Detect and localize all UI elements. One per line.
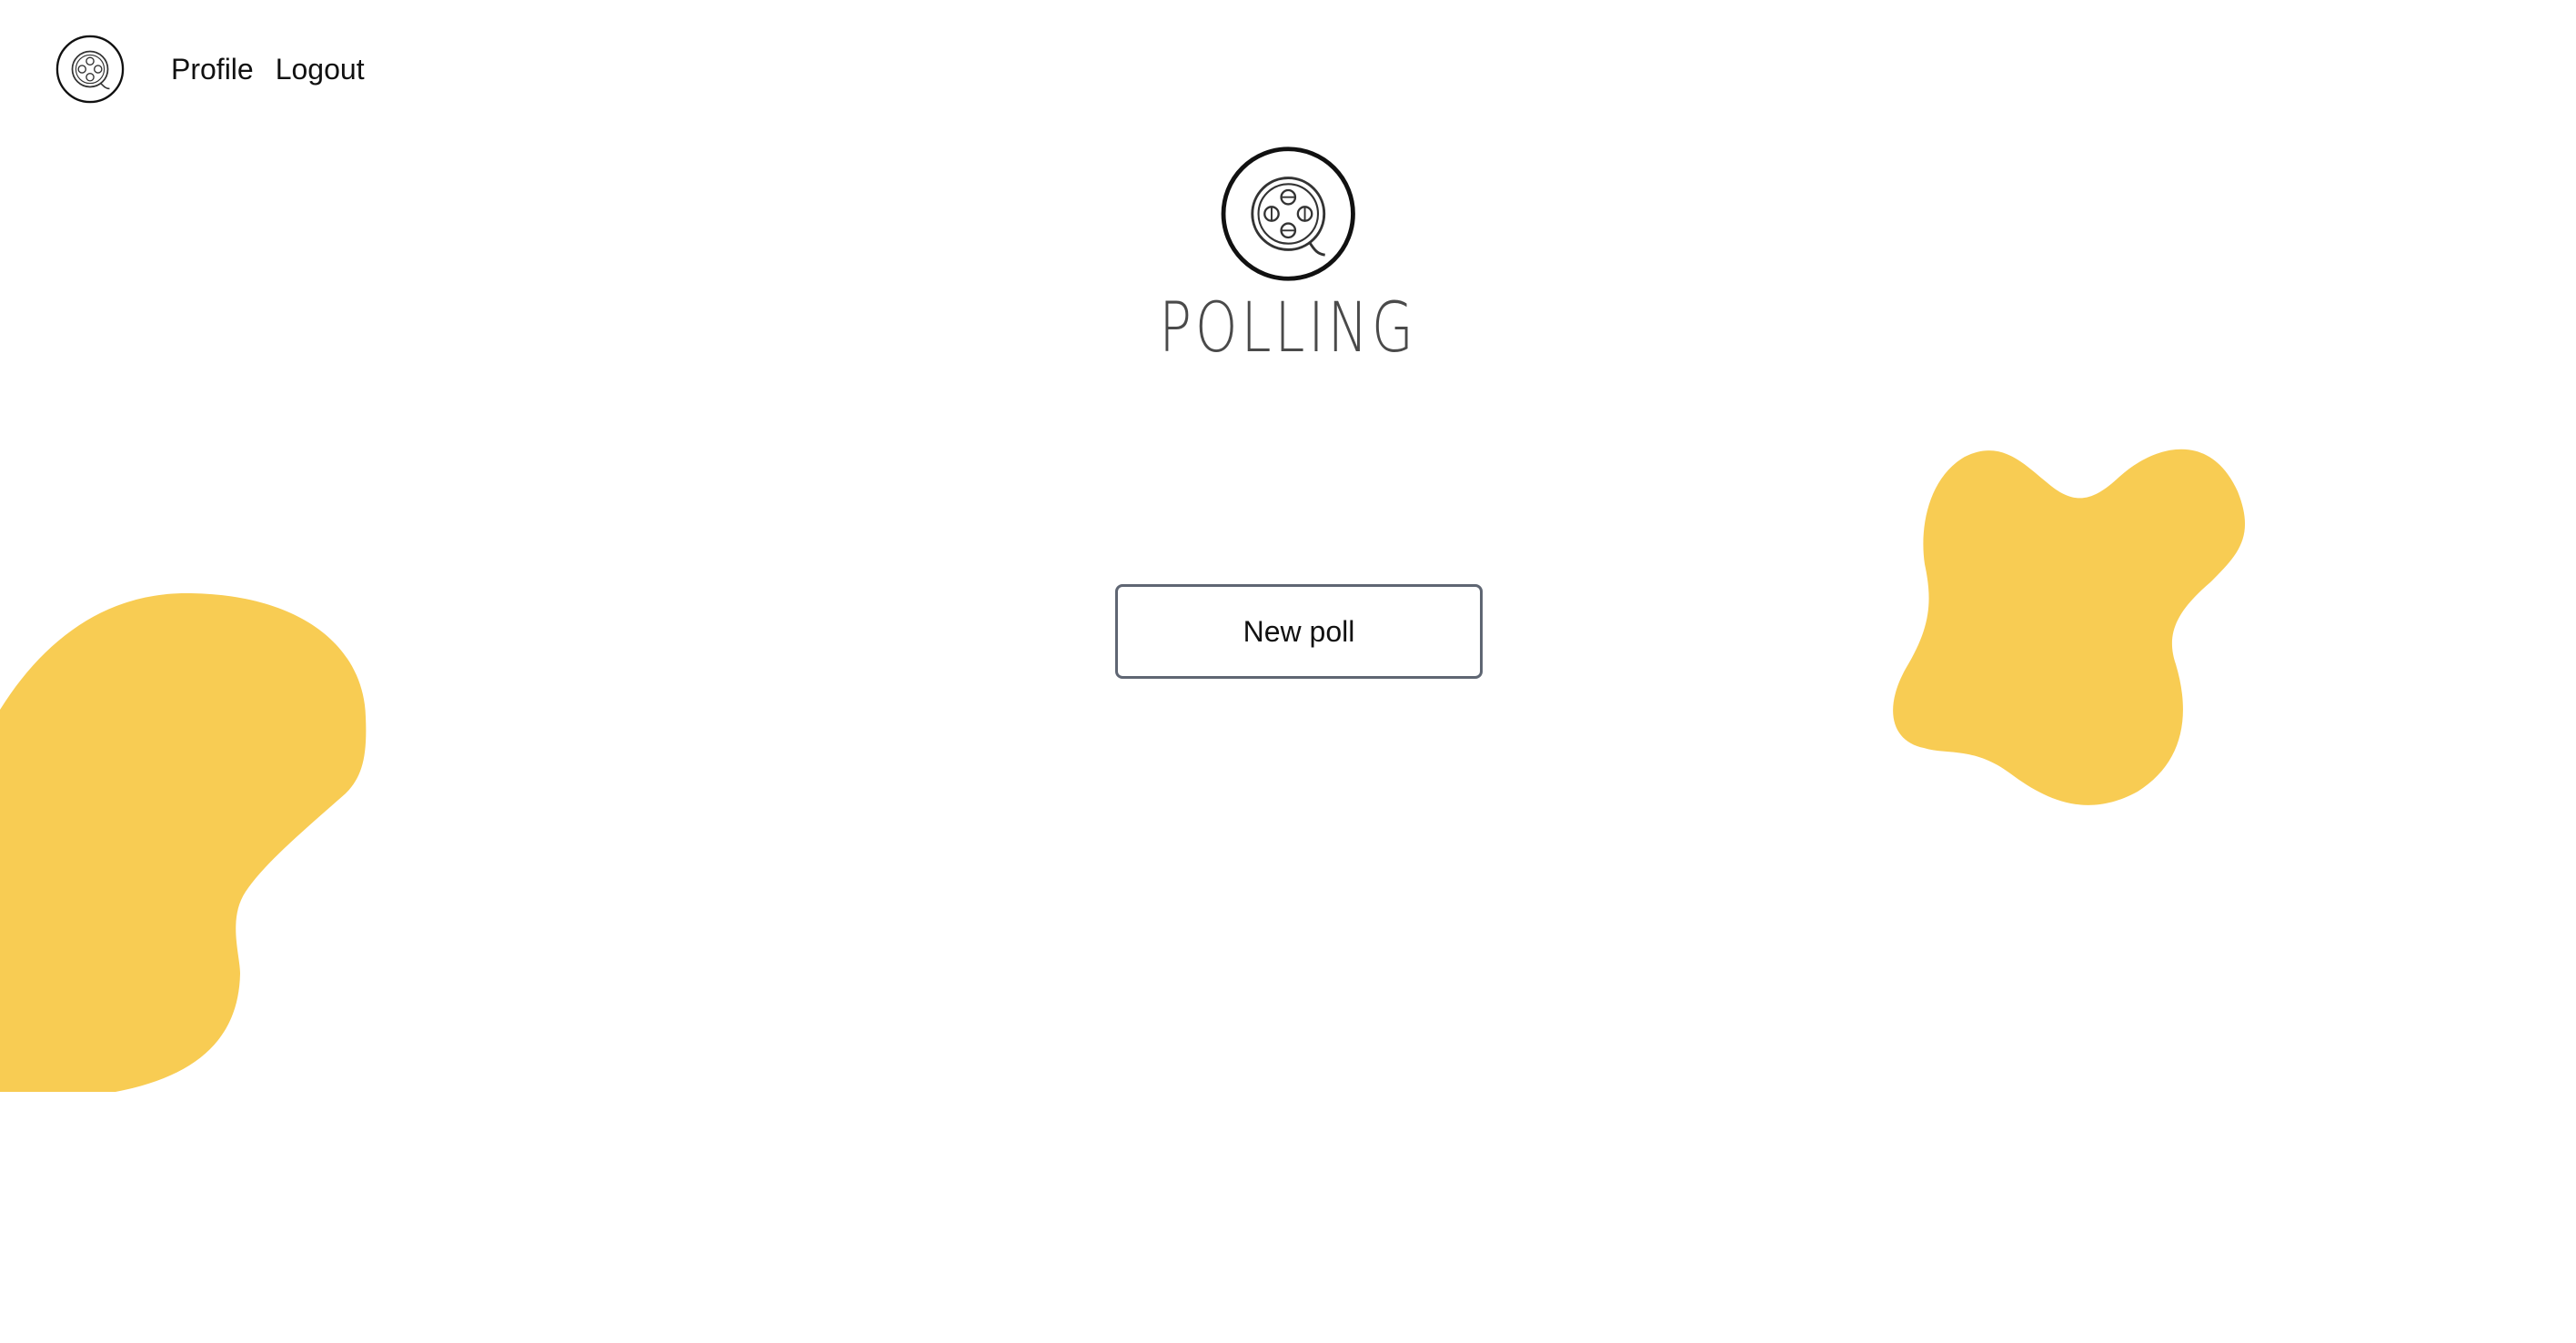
nav-link-logout[interactable]: Logout (276, 33, 365, 106)
new-poll-button[interactable]: New poll (1115, 584, 1483, 679)
decorative-blob-right (1893, 449, 2246, 805)
top-nav: Profile Logout (55, 33, 387, 106)
decorative-blob-left (0, 592, 367, 1092)
film-reel-logo-icon[interactable] (55, 34, 126, 105)
brand-wordmark: POLLING (1159, 287, 1417, 368)
page: Profile Logout POLLING New poll (0, 0, 2576, 1343)
film-reel-emblem-icon (1218, 144, 1358, 284)
brand-block: POLLING (1122, 144, 1454, 362)
nav-link-profile[interactable]: Profile (171, 33, 254, 106)
